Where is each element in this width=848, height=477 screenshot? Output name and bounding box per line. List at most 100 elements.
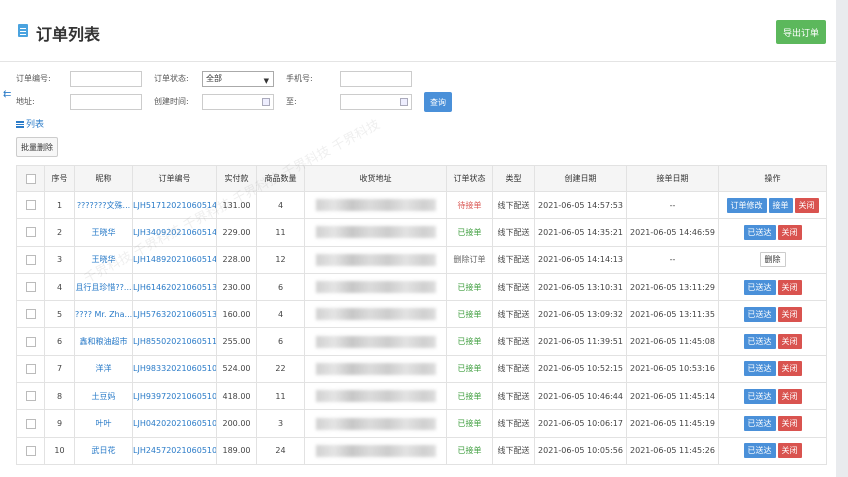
action-button[interactable]: 已送达 <box>743 306 776 322</box>
created-end-input[interactable] <box>340 94 412 110</box>
delivery-type: 线下配送 <box>497 309 530 319</box>
action-button[interactable]: 已送达 <box>743 361 776 377</box>
delivery-type: 线下配送 <box>497 227 530 237</box>
order-number-link[interactable]: LJH939720210605104... <box>134 392 216 401</box>
nickname-link[interactable]: 叶叶 <box>96 419 112 428</box>
row-checkbox[interactable] <box>25 418 36 429</box>
column-header: 类型 <box>492 165 535 192</box>
row-checkbox[interactable] <box>25 445 36 456</box>
nickname-link[interactable]: 鑫和粮油超市 <box>80 337 128 346</box>
paid-amount: 418.00 <box>222 391 251 401</box>
nickname-link[interactable]: 土豆妈 <box>92 392 116 401</box>
order-list-page: 订单列表 导出订单 ⇇ 订单编号: 订单状态: 全部 ▼ 手机号: 地址: 创建… <box>0 0 836 477</box>
order-number-link[interactable]: LJH517120210605146... <box>134 201 216 210</box>
nickname-link[interactable]: 洋洋 <box>96 364 112 373</box>
action-button[interactable]: 关闭 <box>777 306 802 322</box>
created-date: 2021-06-05 11:39:51 <box>538 337 623 347</box>
action-button[interactable]: 接单 <box>768 197 793 213</box>
table-row: 4 且行且珍惜??...LJH614620210605131... 230.00 6 已… <box>16 272 827 302</box>
action-button[interactable]: 关闭 <box>777 443 802 459</box>
sidebar-toggle-icon[interactable]: ⇇ <box>3 89 11 100</box>
order-number-link[interactable]: LJH042020210605100... <box>134 419 216 428</box>
action-button[interactable]: 已送达 <box>743 443 776 459</box>
order-number-link[interactable]: LJH983320210605105... <box>134 364 216 373</box>
created-time-label: 创建时间: <box>154 97 189 106</box>
order-number-link[interactable]: LJH614620210605131... <box>134 283 216 292</box>
order-no-input[interactable] <box>70 71 142 87</box>
nickname-link[interactable]: 王晓华 <box>92 255 116 264</box>
delivery-type: 线下配送 <box>497 337 530 347</box>
action-button[interactable]: 已送达 <box>743 279 776 295</box>
select-all-checkbox[interactable] <box>25 173 36 184</box>
batch-delete-button[interactable]: 批量删除 <box>16 137 58 157</box>
list-view-link[interactable]: 列表 <box>16 117 44 130</box>
query-button[interactable]: 查询 <box>424 92 452 112</box>
calendar-icon[interactable] <box>262 98 270 106</box>
paid-amount: 524.00 <box>222 364 251 374</box>
order-number-link[interactable]: LJH340920210605143... <box>134 228 216 237</box>
status-select[interactable]: 全部 ▼ <box>202 71 274 87</box>
order-number-link[interactable]: LJH148920210605141... <box>134 255 216 264</box>
order-number-link[interactable]: LJH245720210605100... <box>134 446 216 455</box>
action-button[interactable]: 关闭 <box>777 279 802 295</box>
row-checkbox[interactable] <box>25 336 36 347</box>
phone-input[interactable] <box>340 71 412 87</box>
item-quantity: 11 <box>275 227 286 237</box>
table-row: 6 鑫和粮油超市 LJH855020210605113... 255.00 6 已接单 线下… <box>16 327 827 356</box>
action-button[interactable]: 删除 <box>759 252 786 268</box>
item-quantity: 4 <box>277 200 284 210</box>
delivery-type: 线下配送 <box>497 446 530 456</box>
created-date: 2021-06-05 10:06:17 <box>538 419 623 429</box>
nickname-link[interactable]: 武日花 <box>92 446 116 455</box>
accepted-date: 2021-06-05 11:45:19 <box>630 419 715 429</box>
order-number-link[interactable]: LJH576320210605130... <box>134 310 216 319</box>
export-orders-button[interactable]: 导出订单 <box>776 20 826 44</box>
action-button[interactable]: 关闭 <box>777 334 802 350</box>
action-button[interactable]: 关闭 <box>777 388 802 404</box>
row-checkbox[interactable] <box>25 227 36 238</box>
action-button[interactable]: 已送达 <box>743 334 776 350</box>
nickname-link[interactable]: 王晓华 <box>92 228 116 237</box>
created-date: 2021-06-05 10:46:44 <box>538 391 623 401</box>
created-start-input[interactable] <box>202 94 274 110</box>
action-button[interactable]: 已送达 <box>743 224 776 240</box>
paid-amount: 189.00 <box>222 446 251 456</box>
accepted-date: 2021-06-05 13:11:29 <box>630 282 715 292</box>
action-button[interactable]: 已送达 <box>743 416 776 432</box>
page-scrollbar[interactable] <box>836 0 848 477</box>
order-status: 已接单 <box>457 309 482 319</box>
row-checkbox[interactable] <box>25 282 36 293</box>
row-checkbox[interactable] <box>25 391 36 402</box>
row-checkbox[interactable] <box>25 200 36 211</box>
delivery-type: 线下配送 <box>497 282 530 292</box>
row-checkbox[interactable] <box>25 254 36 265</box>
action-button[interactable]: 订单修改 <box>726 197 767 213</box>
table-row: 8 土豆妈 LJH939720210605104... 418.00 11 已接单 线下配送… <box>16 382 827 411</box>
action-button[interactable]: 关闭 <box>777 224 802 240</box>
column-header: 序号 <box>44 165 75 192</box>
delivery-type: 线下配送 <box>497 391 530 401</box>
chevron-down-icon: ▼ <box>263 77 269 85</box>
nickname-link[interactable]: ???????文殊... <box>77 201 130 210</box>
row-number: 3 <box>56 255 63 265</box>
order-status: 已接单 <box>457 419 482 429</box>
action-button[interactable]: 关闭 <box>777 361 802 377</box>
action-button[interactable]: 关闭 <box>777 416 802 432</box>
order-number-link[interactable]: LJH855020210605113... <box>134 337 216 346</box>
action-button[interactable]: 已送达 <box>743 388 776 404</box>
list-icon <box>16 121 24 128</box>
item-quantity: 6 <box>277 282 284 292</box>
page-header: 订单列表 导出订单 <box>0 0 836 62</box>
action-button[interactable]: 关闭 <box>794 197 819 213</box>
nickname-link[interactable]: 且行且珍惜??... <box>76 283 132 292</box>
created-date: 2021-06-05 13:10:31 <box>538 282 623 292</box>
delivery-type: 线下配送 <box>497 200 530 210</box>
nickname-link[interactable]: ???? Mr. Zha... <box>76 310 132 319</box>
address-label: 地址: <box>16 97 35 106</box>
calendar-icon[interactable] <box>400 98 408 106</box>
order-status: 已接单 <box>457 282 482 292</box>
delivery-type: 线下配送 <box>497 419 530 429</box>
row-checkbox[interactable] <box>25 363 36 374</box>
address-input[interactable] <box>70 94 142 110</box>
row-checkbox[interactable] <box>25 309 36 320</box>
